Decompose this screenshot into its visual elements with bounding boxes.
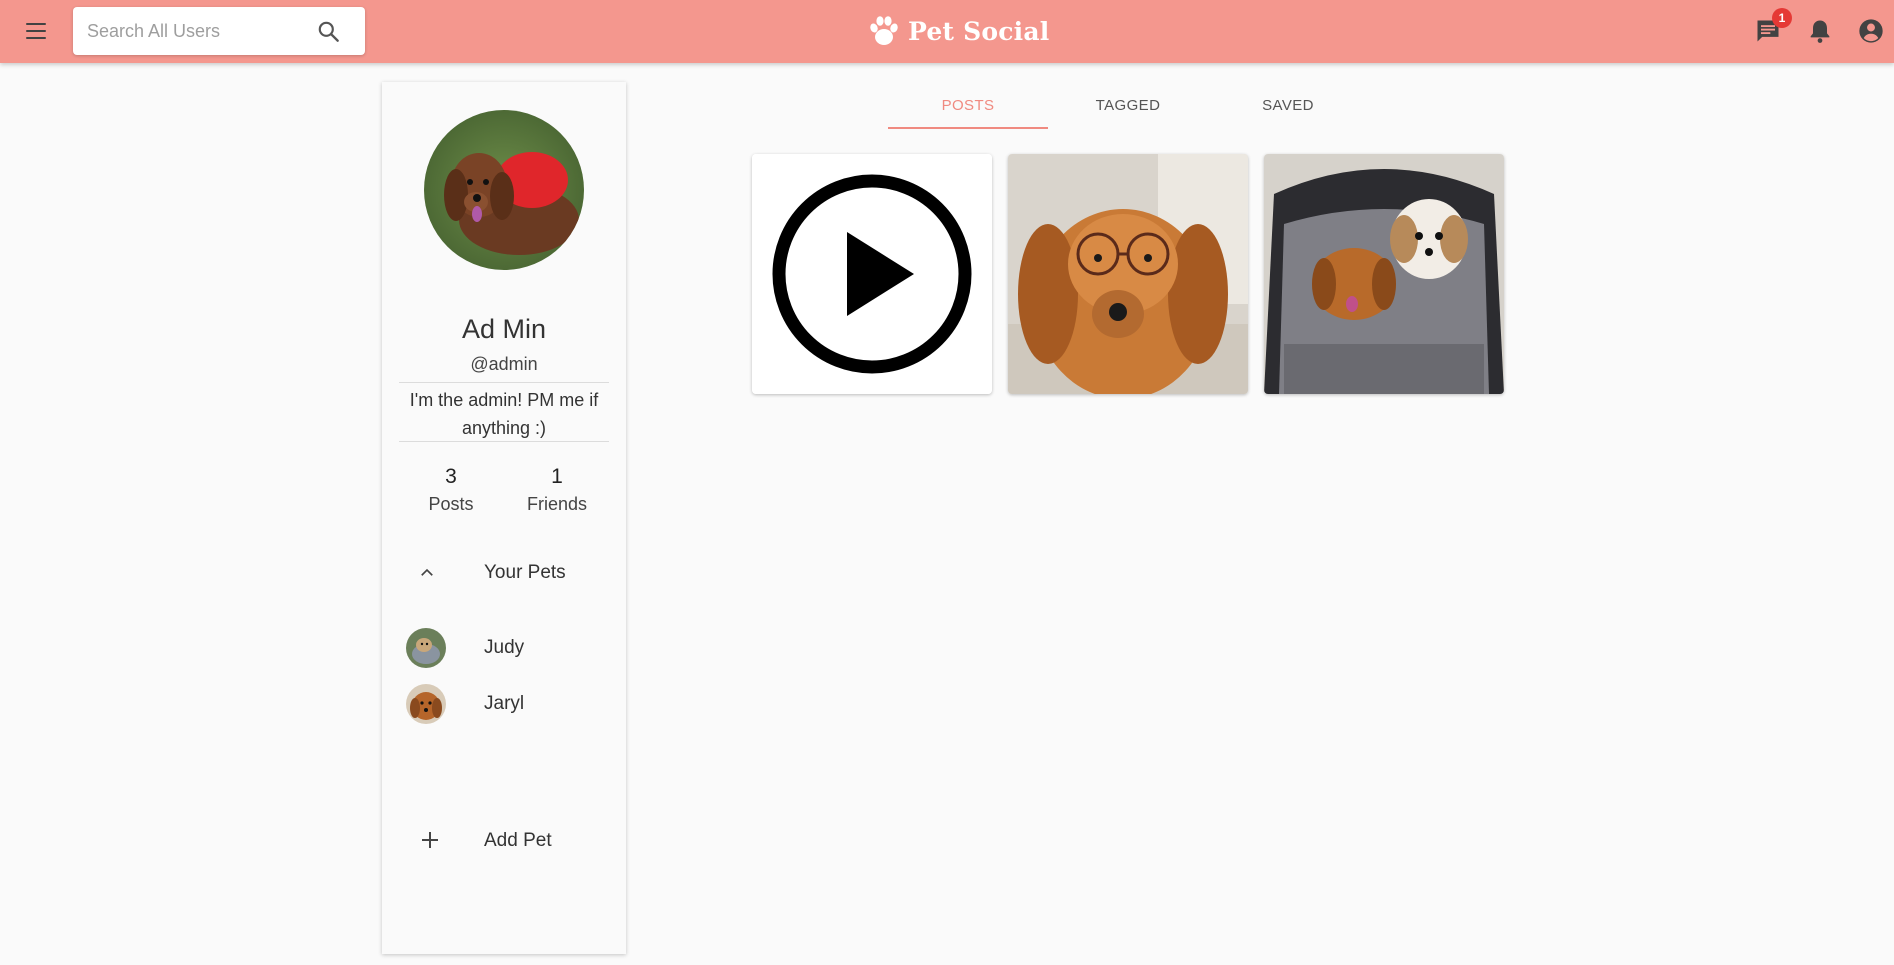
tab-saved[interactable]: SAVED (1208, 86, 1368, 130)
post-image (1008, 154, 1248, 394)
menu-icon[interactable] (22, 18, 50, 44)
stat-value: 1 (551, 465, 563, 488)
pet-item-judy[interactable]: Judy (396, 622, 612, 674)
stat-friends[interactable]: 1 Friends (512, 462, 602, 515)
pet-name: Jaryl (484, 693, 525, 714)
post-image (1264, 154, 1504, 394)
play-circle-icon (752, 154, 992, 394)
stat-posts[interactable]: 3 Posts (406, 462, 496, 515)
pet-item-jaryl[interactable]: Jaryl (396, 678, 612, 730)
brand-name: Pet Social (908, 16, 1050, 46)
tab-posts[interactable]: POSTS (888, 86, 1048, 130)
chevron-up-icon (421, 568, 433, 576)
divider (399, 441, 609, 442)
pet-name: Judy (484, 637, 525, 658)
your-pets-toggle[interactable]: Your Pets (396, 550, 612, 596)
profile-tabs: POSTS TAGGED SAVED (888, 86, 1368, 130)
your-pets-label: Your Pets (484, 562, 566, 583)
profile-handle: @admin (470, 354, 538, 374)
pet-avatar (406, 684, 446, 724)
brand-logo[interactable]: Pet Social (866, 10, 1049, 52)
plus-icon (422, 832, 438, 848)
top-app-bar: Pet Social 1 (0, 0, 1894, 63)
account-circle-icon[interactable] (1857, 17, 1885, 45)
post-photo-stroller-dogs[interactable] (1264, 154, 1504, 394)
post-video[interactable] (752, 154, 992, 394)
search-input[interactable] (73, 7, 313, 55)
add-pet-label: Add Pet (484, 830, 552, 851)
post-photo-glasses-dog[interactable] (1008, 154, 1248, 394)
profile-sidebar: Ad Min @admin I'm the admin! PM me if an… (382, 82, 626, 954)
pet-avatar (406, 628, 446, 668)
add-pet-button[interactable]: Add Pet (396, 818, 612, 864)
stat-label: Posts (428, 494, 474, 514)
tab-tagged[interactable]: TAGGED (1048, 86, 1208, 130)
divider (399, 382, 609, 383)
search-icon[interactable] (316, 19, 342, 45)
messages-badge: 1 (1772, 8, 1792, 28)
profile-name: Ad Min (461, 314, 547, 344)
active-tab-indicator (888, 127, 1048, 129)
stat-value: 3 (445, 465, 457, 488)
profile-avatar[interactable] (424, 110, 584, 270)
profile-bio: I'm the admin! PM me if anything :) (409, 390, 599, 438)
bell-icon[interactable] (1806, 17, 1834, 45)
paw-icon (870, 16, 898, 45)
stat-label: Friends (526, 494, 588, 514)
